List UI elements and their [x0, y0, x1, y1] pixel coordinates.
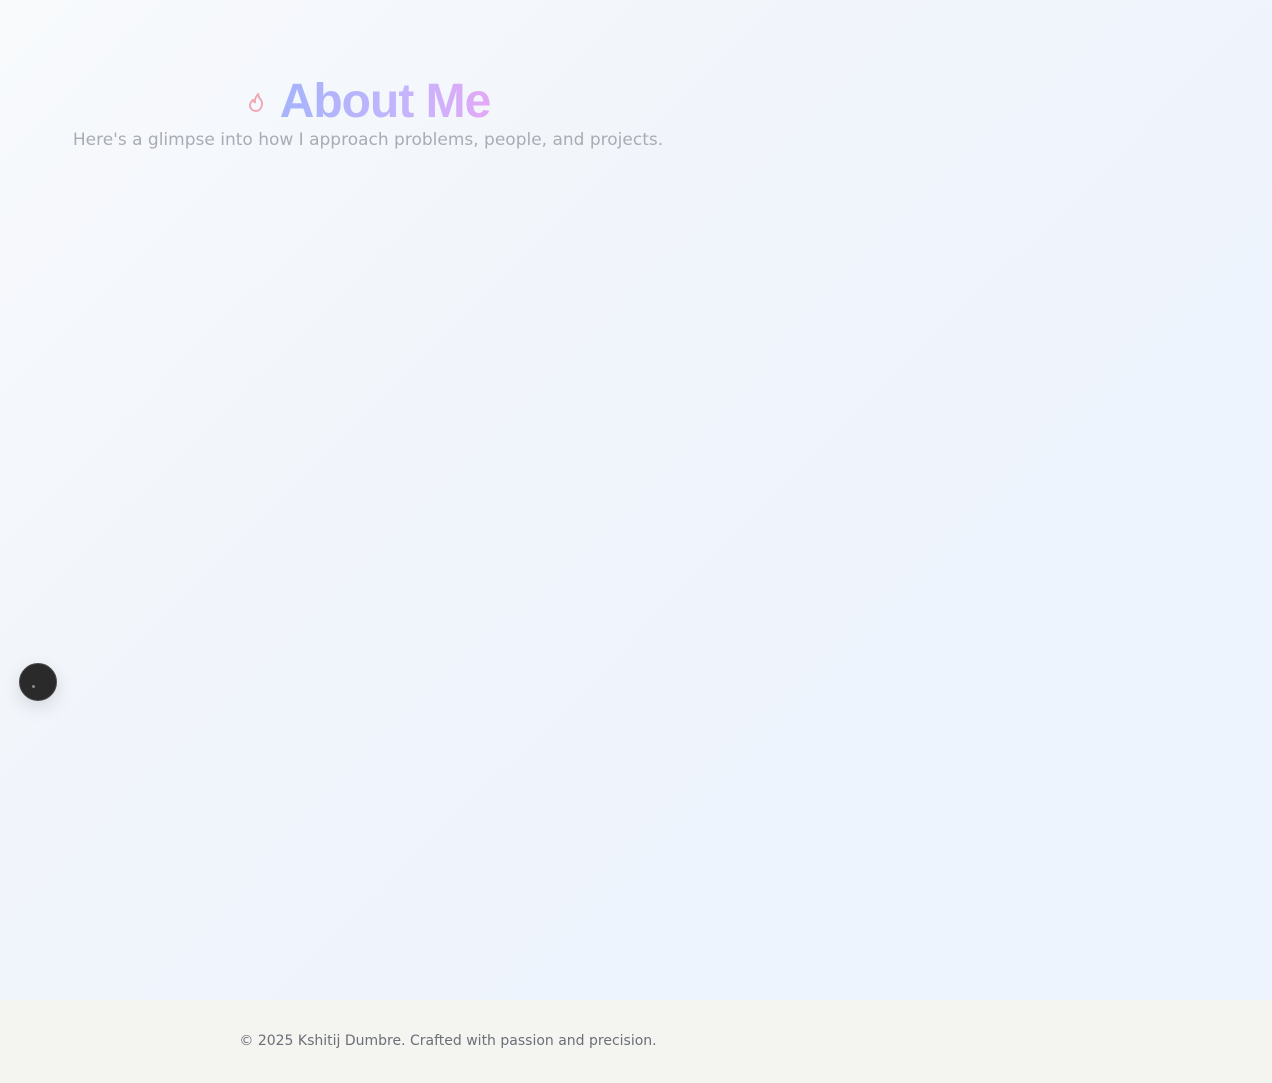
flame-icon — [246, 91, 266, 113]
footer-copyright: © 2025 Kshitij Dumbre. Crafted with pass… — [239, 1033, 657, 1049]
page-background: About Me Here's a glimpse into how I app… — [0, 0, 1272, 1000]
title-row: About Me — [0, 72, 736, 132]
page-title: About Me — [280, 72, 492, 132]
dot-icon — [32, 684, 35, 688]
page-subtitle: Here's a glimpse into how I approach pro… — [72, 130, 664, 150]
footer: © 2025 Kshitij Dumbre. Crafted with pass… — [0, 1000, 1272, 1083]
floating-action-button[interactable] — [19, 663, 57, 701]
about-hero: About Me Here's a glimpse into how I app… — [0, 72, 736, 152]
